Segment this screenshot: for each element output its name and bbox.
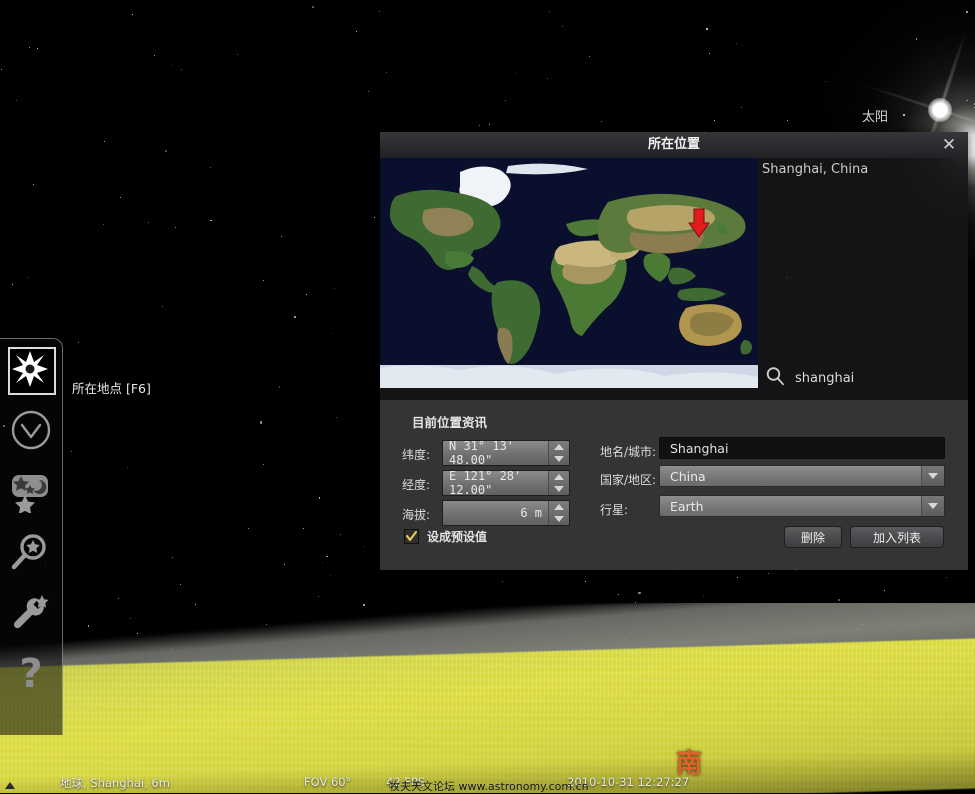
close-icon[interactable]: ✕ (938, 134, 960, 156)
magnifier-star-icon (8, 531, 54, 577)
add-to-list-button[interactable]: 加入列表 (850, 526, 944, 548)
panel-title: 目前位置资讯 (412, 415, 488, 430)
chevron-down-icon[interactable] (921, 466, 944, 486)
city-input[interactable]: Shanghai (659, 437, 945, 459)
sidebar-item-search[interactable] (8, 531, 54, 577)
search-icon (765, 366, 785, 390)
sidebar-item-location[interactable] (8, 347, 56, 395)
latitude-stepper[interactable] (548, 441, 569, 465)
longitude-step-up[interactable] (549, 471, 569, 483)
sidebar-item-configuration[interactable] (8, 591, 54, 637)
left-toolbar: ? (0, 338, 63, 735)
longitude-step-down[interactable] (549, 483, 569, 495)
landscape (0, 603, 975, 793)
wrench-star-icon (8, 591, 54, 637)
location-dialog: 所在位置 ✕ Shanghai, China shanghai 目前位置资讯 纬… (380, 132, 968, 570)
country-value: China (670, 468, 706, 484)
country-label: 国家/地区: (600, 473, 657, 487)
checkbox-label: 设成预设值 (427, 530, 488, 544)
sky-objects-icon (8, 467, 54, 513)
svg-text:?: ? (19, 651, 42, 697)
search-input[interactable] (793, 369, 947, 387)
planet-value: Earth (670, 498, 704, 514)
status-fov: FOV 60° (304, 775, 352, 789)
longitude-stepper[interactable] (548, 471, 569, 495)
city-label: 地名/城市: (600, 445, 657, 459)
planet-select[interactable]: Earth (659, 495, 945, 517)
sidebar-tooltip: 所在地点 [F6] (72, 381, 151, 396)
location-marker-icon (688, 208, 710, 238)
sun-core[interactable] (928, 98, 952, 122)
bottom-toolbar-expander[interactable] (5, 782, 15, 789)
question-mark-icon: ? (8, 651, 54, 697)
latitude-spinbox[interactable]: N 31° 13' 48.00" (442, 440, 570, 466)
longitude-label: 经度: (402, 478, 431, 492)
altitude-spinbox[interactable]: 6 m (442, 500, 570, 526)
dialog-titlebar[interactable]: 所在位置 ✕ (380, 132, 968, 158)
longitude-spinbox[interactable]: E 121° 28' 12.00" (442, 470, 570, 496)
checkbox-checked-icon[interactable] (404, 529, 419, 544)
world-map[interactable] (380, 158, 758, 388)
compass-star-icon (10, 349, 54, 389)
selected-place-name: Shanghai, China (762, 162, 869, 177)
country-select[interactable]: China (659, 465, 945, 487)
altitude-value[interactable]: 6 m (443, 501, 548, 525)
sidebar-item-sky-view[interactable] (8, 467, 54, 513)
delete-button[interactable]: 删除 (784, 526, 842, 548)
chevron-down-icon[interactable] (921, 496, 944, 516)
map-canvas (380, 158, 758, 388)
location-list[interactable] (760, 182, 968, 382)
dialog-title: 所在位置 (647, 137, 700, 152)
latitude-value[interactable]: N 31° 13' 48.00" (443, 441, 548, 465)
altitude-step-down[interactable] (549, 513, 569, 525)
status-location: 地球, Shanghai, 6m (60, 776, 170, 790)
longitude-value[interactable]: E 121° 28' 12.00" (443, 471, 548, 495)
sun-label: 太阳 (862, 110, 889, 125)
latitude-step-down[interactable] (549, 453, 569, 465)
sidebar-item-datetime[interactable] (8, 407, 54, 453)
sidebar-item-help[interactable]: ? (8, 651, 54, 697)
clock-icon (8, 407, 54, 453)
watermark: 牧夫天文论坛 www.astronomy.com.cn (389, 780, 589, 793)
search-row[interactable] (760, 360, 968, 396)
altitude-stepper[interactable] (548, 501, 569, 525)
latitude-step-up[interactable] (549, 441, 569, 453)
latitude-label: 纬度: (402, 448, 431, 462)
altitude-step-up[interactable] (549, 501, 569, 513)
planet-label: 行星: (600, 503, 629, 517)
altitude-label: 海拔: (402, 508, 431, 522)
set-as-default-checkbox[interactable]: 设成预设值 (404, 528, 487, 545)
